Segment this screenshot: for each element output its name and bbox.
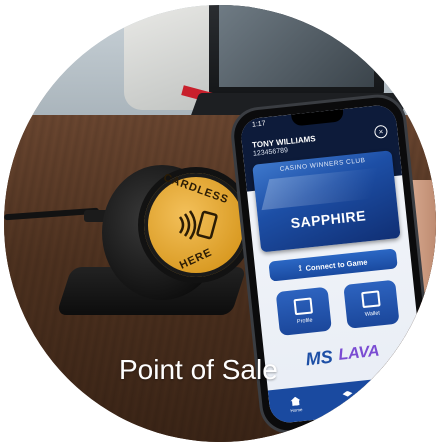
loyalty-card[interactable]: CASINO WINNERS CLUB SAPPHIRE [252,150,401,253]
lava-logo: LAVA [337,342,381,364]
layers-icon [342,390,353,401]
contactless-tap-icon [178,210,218,240]
wallet-icon [361,290,381,309]
profile-tile[interactable]: Profile [275,286,332,336]
monitor [209,5,384,97]
more-icon [393,385,405,396]
card-shine [261,167,379,211]
nav-home-label: Home [290,407,303,414]
monitor-screen [219,5,374,87]
tile-row: Profile Wallet [275,279,400,336]
profile-label: Profile [296,317,313,326]
profile-icon [293,297,314,316]
nav-menu[interactable]: Menu [342,390,355,408]
status-time: 1:17 [251,120,266,129]
home-icon [290,396,301,406]
wallet-tile[interactable]: Wallet [343,279,400,329]
nav-more[interactable]: More [393,385,405,402]
connect-icon: ⟟ [298,263,303,273]
nav-more-label: More [394,396,406,403]
connect-to-game-button[interactable]: ⟟ Connect to Game [268,248,398,282]
wallet-label: Wallet [364,310,381,318]
photo-scene: CARDLESS HERE 1:17 TONY WILLIAMS 1234567… [4,5,436,442]
connect-label: Connect to Game [305,256,368,273]
card-tier: SAPPHIRE [289,207,367,232]
caption: Point of Sale [119,354,278,385]
bottom-nav: Home Menu More [267,374,427,425]
nav-home[interactable]: Home [289,396,303,413]
ms-logo: MS [304,346,334,369]
brand-logos: MS LAVA [274,335,412,375]
nav-menu-label: Menu [342,402,355,409]
